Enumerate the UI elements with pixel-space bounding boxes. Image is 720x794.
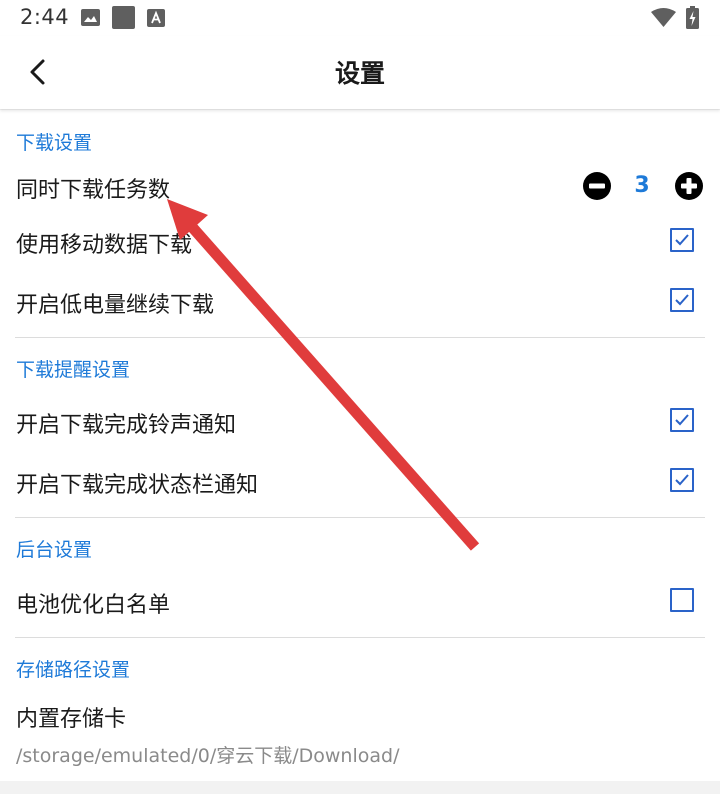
increment-button[interactable] [674,171,704,201]
statusbar-notify-label: 开启下载完成状态栏通知 [16,473,259,498]
internal-storage-option[interactable]: 内置存储卡 [16,701,126,733]
image-icon [81,9,100,26]
low-battery-checkbox[interactable] [670,288,694,312]
battery-whitelist-checkbox[interactable] [670,588,694,612]
mobile-data-label: 使用移动数据下载 [16,233,193,258]
check-icon [675,474,689,486]
check-icon [675,234,689,246]
section-header-background: 后台设置 [16,539,93,561]
mobile-data-checkbox[interactable] [670,228,694,252]
section-header-download: 下载设置 [16,132,93,154]
ringtone-notify-checkbox[interactable] [670,408,694,432]
settings-list: 下载设置 同时下载任务数 3 使用移动数据下载 开启低电量继续下载 下载提醒设置… [0,110,720,781]
status-bar: 2:44 [0,0,720,36]
font-icon [147,9,165,27]
divider [15,637,705,638]
divider [15,337,705,338]
app-bar: 设置 [0,36,720,109]
page-title: 设置 [334,59,385,88]
low-battery-label: 开启低电量继续下载 [16,293,215,318]
wifi-icon [651,8,676,27]
check-icon [675,294,689,306]
storage-path-text: /storage/emulated/0/穿云下载/Download/ [16,745,400,767]
square-app-icon [112,6,135,29]
ringtone-notify-label: 开启下载完成铃声通知 [16,413,237,438]
divider [15,517,705,518]
statusbar-notify-checkbox[interactable] [670,468,694,492]
concurrent-tasks-value: 3 [634,173,650,198]
check-icon [675,414,689,426]
section-header-storage: 存储路径设置 [16,659,131,681]
battery-whitelist-label: 电池优化白名单 [16,593,171,618]
concurrent-tasks-label: 同时下载任务数 [16,178,171,203]
status-time: 2:44 [20,5,70,29]
decrement-button[interactable] [582,171,612,201]
battery-charging-icon [686,6,699,29]
section-header-reminder: 下载提醒设置 [16,359,131,381]
